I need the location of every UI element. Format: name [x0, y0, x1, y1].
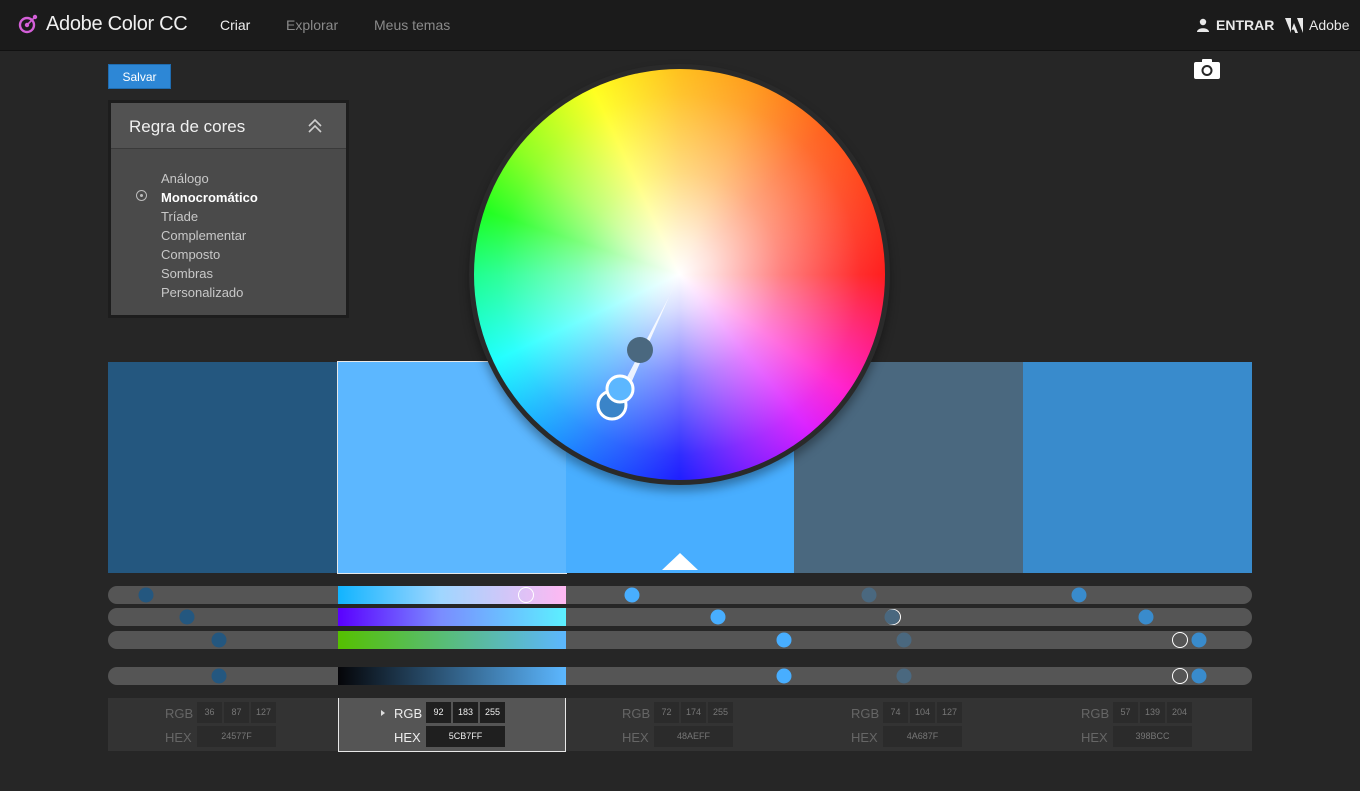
hex-value-2[interactable]: 5CB7FF [426, 726, 505, 747]
slider-4-knob-3[interactable] [776, 668, 792, 684]
hex-label-3: HEX [622, 730, 649, 745]
b-value-5[interactable]: 204 [1167, 702, 1192, 723]
color-rule-title: Regra de cores [129, 117, 246, 136]
slider-1-knob-1[interactable] [138, 587, 154, 603]
rule-analogo[interactable]: Análogo [161, 169, 258, 188]
wheel-handle-2[interactable] [605, 374, 635, 404]
selected-slider-gradient-4[interactable] [338, 667, 566, 685]
slider-2-knob-1[interactable] [179, 609, 195, 625]
b-value-2[interactable]: 255 [480, 702, 505, 723]
slider-2-knob-5[interactable] [1138, 609, 1154, 625]
app-title[interactable]: Adobe Color CC [46, 13, 188, 36]
slider-1-knob-5[interactable] [1071, 587, 1087, 603]
hex-label-5: HEX [1081, 730, 1108, 745]
hex-label-2: HEX [394, 730, 421, 745]
slider-4-knob-4[interactable] [896, 668, 912, 684]
user-icon [1197, 18, 1209, 32]
rgb-label-4[interactable]: RGB [851, 706, 879, 721]
slider-1-knob-3[interactable] [624, 587, 640, 603]
r-value-1[interactable]: 36 [197, 702, 222, 723]
slider-4-knob-2[interactable] [1171, 668, 1188, 684]
slider-track-2 [108, 608, 1252, 626]
slider-3-knob-5[interactable] [1191, 632, 1207, 648]
rule-triade[interactable]: Tríade [161, 207, 258, 226]
color-rule-panel: Regra de cores Análogo Monocromático Trí… [108, 100, 349, 318]
hex-value-1[interactable]: 24577F [197, 726, 276, 747]
color-wheel[interactable] [469, 64, 890, 485]
adobe-color-logo-icon[interactable] [16, 12, 40, 36]
slider-3-knob-3[interactable] [776, 632, 792, 648]
slider-3-knob-1[interactable] [211, 632, 227, 648]
rgb-label-5[interactable]: RGB [1081, 706, 1109, 721]
adobe-link[interactable]: Adobe [1285, 17, 1349, 33]
color-rule-header[interactable]: Regra de cores [111, 103, 346, 149]
slider-track-3 [108, 631, 1252, 649]
rule-sombras[interactable]: Sombras [161, 264, 258, 283]
g-value-1[interactable]: 87 [224, 702, 249, 723]
base-color-marker-icon [662, 553, 698, 570]
color-rule-body: Regra de cores Análogo Monocromático Trí… [111, 103, 346, 315]
hex-value-4[interactable]: 4A687F [883, 726, 962, 747]
hex-value-3[interactable]: 48AEFF [654, 726, 733, 747]
rule-personalizado[interactable]: Personalizado [161, 283, 258, 302]
g-value-3[interactable]: 174 [681, 702, 706, 723]
color-wheel-handles [596, 272, 680, 421]
signin-label: ENTRAR [1216, 17, 1275, 33]
rgb-label-3[interactable]: RGB [622, 706, 650, 721]
selected-slider-gradient-2[interactable] [338, 608, 566, 626]
b-value-3[interactable]: 255 [708, 702, 733, 723]
adobe-logo-icon [1285, 17, 1303, 33]
nav-criar[interactable]: Criar [220, 17, 250, 33]
b-value-1[interactable]: 127 [251, 702, 276, 723]
slider-1-knob-2[interactable] [517, 587, 534, 603]
r-value-4[interactable]: 74 [883, 702, 908, 723]
rule-monocromatico[interactable]: Monocromático [161, 188, 258, 207]
selected-rule-radio-icon [136, 190, 147, 201]
r-value-5[interactable]: 57 [1113, 702, 1138, 723]
r-value-3[interactable]: 72 [654, 702, 679, 723]
color-rule-list: Análogo Monocromático Tríade Complementa… [161, 169, 258, 302]
hex-label-1: HEX [165, 730, 192, 745]
rgb-label-1[interactable]: RGB [165, 706, 193, 721]
color-mode-caret-icon[interactable] [381, 710, 385, 716]
slider-4-knob-1[interactable] [211, 668, 227, 684]
camera-icon[interactable] [1193, 58, 1221, 80]
color-swatch-1[interactable] [108, 362, 338, 573]
g-value-2[interactable]: 183 [453, 702, 478, 723]
slider-3-knob-2[interactable] [1171, 632, 1188, 648]
slider-2-knob-4[interactable] [884, 609, 900, 625]
nav-meus-temas[interactable]: Meus temas [374, 17, 450, 33]
save-button[interactable]: Salvar [108, 64, 171, 89]
rgb-label-2[interactable]: RGB [394, 706, 422, 721]
slider-track-4 [108, 667, 1252, 685]
b-value-4[interactable]: 127 [937, 702, 962, 723]
g-value-5[interactable]: 139 [1140, 702, 1165, 723]
selected-slider-gradient-3[interactable] [338, 631, 566, 649]
rule-composto[interactable]: Composto [161, 245, 258, 264]
wheel-handle-4[interactable] [627, 337, 653, 363]
hex-label-4: HEX [851, 730, 878, 745]
hex-value-5[interactable]: 398BCC [1113, 726, 1192, 747]
signin-link[interactable]: ENTRAR [1196, 17, 1274, 33]
nav-explorar[interactable]: Explorar [286, 17, 338, 33]
rule-complementar[interactable]: Complementar [161, 226, 258, 245]
slider-1-knob-4[interactable] [861, 587, 877, 603]
slider-2-knob-3[interactable] [710, 609, 726, 625]
r-value-2[interactable]: 92 [426, 702, 451, 723]
slider-4-knob-5[interactable] [1191, 668, 1207, 684]
color-swatch-5[interactable] [1023, 362, 1252, 573]
slider-3-knob-4[interactable] [896, 632, 912, 648]
top-bar: Adobe Color CC Criar Explorar Meus temas… [0, 0, 1360, 51]
double-chevron-up-icon[interactable] [307, 118, 323, 134]
g-value-4[interactable]: 104 [910, 702, 935, 723]
adobe-label: Adobe [1309, 17, 1350, 33]
